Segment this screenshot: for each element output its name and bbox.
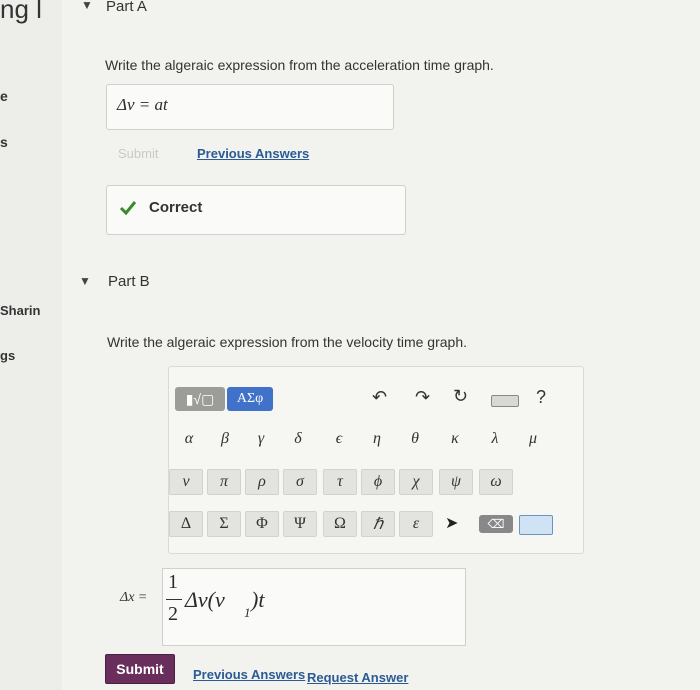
sidebar-fragment: gs xyxy=(0,348,16,363)
sidebar-fragment: ng l xyxy=(0,0,42,24)
key-nu[interactable]: ν xyxy=(169,469,203,495)
key-eta[interactable]: η xyxy=(361,427,393,451)
part-b-title: Part B xyxy=(108,273,150,290)
part-a-title: Part A xyxy=(106,0,147,15)
key-phi[interactable]: ϕ xyxy=(361,469,395,495)
sidebar-fragment: Sharin xyxy=(0,303,41,318)
part-b-submit-button[interactable]: Submit xyxy=(105,654,175,684)
key-varepsilon[interactable]: ε xyxy=(399,511,433,537)
key-theta[interactable]: θ xyxy=(399,427,431,451)
undo-icon[interactable]: ↶ xyxy=(372,387,387,408)
reset-icon[interactable]: ↻ xyxy=(453,386,468,407)
key-epsilon[interactable]: ϵ xyxy=(323,427,355,451)
help-icon[interactable]: ? xyxy=(536,387,546,408)
part-b-prompt: Write the algeraic expression from the v… xyxy=(107,334,468,350)
sidebar-fragment: s xyxy=(0,134,8,150)
fraction-numerator: 1 xyxy=(168,571,178,593)
key-sigma[interactable]: σ xyxy=(283,469,317,495)
key-omega[interactable]: ω xyxy=(479,469,513,495)
key-gamma[interactable]: γ xyxy=(245,427,277,451)
key-capital-omega[interactable]: Ω xyxy=(323,511,357,537)
fraction-bar xyxy=(166,599,182,600)
redo-icon[interactable]: ↷ xyxy=(415,387,430,408)
key-kappa[interactable]: κ xyxy=(439,427,471,451)
part-a-submit-button[interactable]: Submit xyxy=(118,146,158,161)
key-psi[interactable]: ψ xyxy=(439,469,473,495)
arrow-pointer-icon: ➤ xyxy=(445,515,459,532)
keyboard-icon[interactable] xyxy=(491,395,519,407)
expression-lhs: Δx = xyxy=(120,590,148,605)
key-lambda[interactable]: λ xyxy=(479,427,511,451)
templates-button[interactable]: ▮√▢ xyxy=(175,387,225,411)
part-a-prompt: Write the algeraic expression from the a… xyxy=(105,57,494,73)
key-tau[interactable]: τ xyxy=(323,469,357,495)
key-hbar[interactable]: ℏ xyxy=(361,511,395,537)
part-a-answer-field: Δv = at xyxy=(106,84,394,130)
feedback-text: Correct xyxy=(149,199,203,216)
greek-label: ΑΣφ xyxy=(236,391,264,406)
collapse-caret-icon[interactable]: ▼ xyxy=(81,0,93,12)
key-capital-delta[interactable]: Δ xyxy=(169,511,203,537)
key-alpha[interactable]: α xyxy=(173,427,205,451)
fraction-denominator: 2 xyxy=(168,603,178,625)
part-b-previous-answers-link[interactable]: Previous Answers xyxy=(193,667,305,682)
key-rho[interactable]: ρ xyxy=(245,469,279,495)
key-mu[interactable]: μ xyxy=(517,427,549,451)
left-panel: ng l e s Sharin gs xyxy=(0,0,62,690)
part-a-feedback-box: Correct xyxy=(106,185,406,235)
backspace-icon[interactable]: ⌫ xyxy=(479,515,513,533)
checkmark-icon xyxy=(119,201,137,216)
collapse-caret-icon[interactable]: ▼ xyxy=(79,274,91,288)
greek-button[interactable]: ΑΣφ xyxy=(227,387,273,411)
key-pi[interactable]: π xyxy=(207,469,241,495)
math-toolbar: ▮√▢ ΑΣφ ↶ ↷ ↻ ? α β γ δ ϵ η θ κ λ μ ν π … xyxy=(168,366,584,554)
key-capital-phi[interactable]: Φ xyxy=(245,511,279,537)
templates-icon: ▮√▢ xyxy=(185,390,215,407)
key-beta[interactable]: β xyxy=(209,427,241,451)
key-capital-sigma[interactable]: Σ xyxy=(207,511,241,537)
part-b-answer-field[interactable]: 1 2 Δv(v 1 )t xyxy=(162,568,466,646)
keyboard-toggle-icon[interactable] xyxy=(519,515,553,535)
key-delta[interactable]: δ xyxy=(282,427,314,451)
expression-main: Δv(v xyxy=(185,587,225,612)
key-chi[interactable]: χ xyxy=(399,469,433,495)
key-capital-psi[interactable]: Ψ xyxy=(283,511,317,537)
part-a-previous-answers-link[interactable]: Previous Answers xyxy=(197,146,309,161)
request-answer-link[interactable]: Request Answer xyxy=(307,670,408,685)
sidebar-fragment: e xyxy=(0,88,8,104)
expression-tail: )t xyxy=(251,587,265,612)
part-a-answer-text: Δv = at xyxy=(117,95,168,114)
expression-subscript: 1 xyxy=(244,605,251,620)
